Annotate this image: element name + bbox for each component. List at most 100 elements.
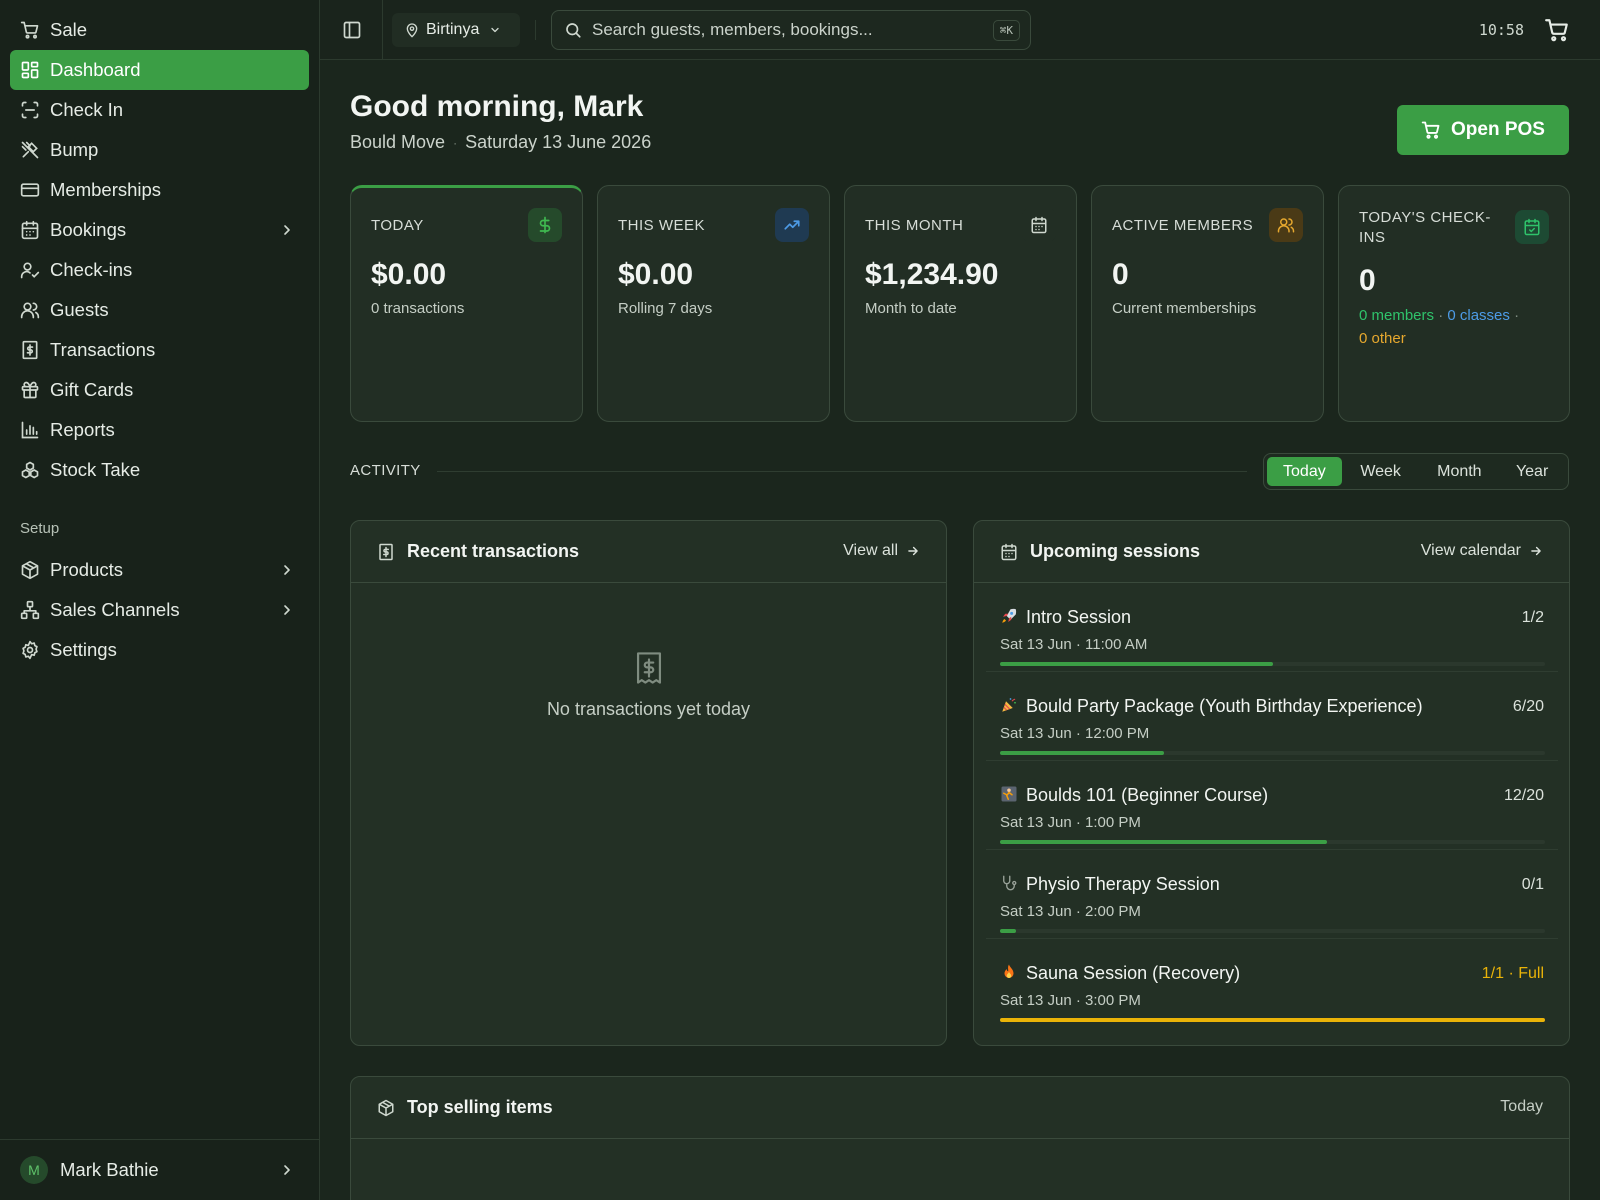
sidebar-item-guests[interactable]: Guests (10, 290, 309, 330)
session-item[interactable]: Sauna Session (Recovery) 1/1 · Full Sat … (986, 939, 1558, 1028)
stat-label: TODAY (371, 217, 424, 234)
search-icon (564, 21, 582, 39)
sidebar-item-sales-channels[interactable]: Sales Channels (10, 590, 309, 630)
sidebar-item-label: Bump (50, 139, 99, 160)
capacity-bar-fill (1000, 662, 1273, 666)
sidebar-item-stock-take[interactable]: Stock Take (10, 450, 309, 490)
sidebar-toggle-icon[interactable] (342, 20, 362, 40)
panel-header: Top selling items Today (351, 1077, 1569, 1139)
activity-range-selector: Today Week Month Year (1263, 453, 1569, 490)
capacity-bar (1000, 1018, 1545, 1022)
sidebar-item-label: Gift Cards (50, 379, 134, 400)
open-pos-button[interactable]: Open POS (1397, 105, 1569, 155)
stat-sub: Current memberships (1112, 300, 1257, 317)
page-title: Good morning, Mark (350, 90, 644, 123)
separator-dot: · (1514, 307, 1520, 324)
capacity-bar (1000, 840, 1545, 844)
sidebar-item-transactions[interactable]: Transactions (10, 330, 309, 370)
package-icon (377, 1099, 395, 1117)
activity-label: ACTIVITY (350, 462, 421, 479)
capacity-bar-fill (1000, 1018, 1545, 1022)
session-name: Physio Therapy Session (1026, 874, 1220, 894)
dashboard-icon (20, 60, 40, 80)
arrow-right-icon (1521, 544, 1543, 558)
stethoscope-icon (1000, 874, 1018, 892)
sidebar-item-gift-cards[interactable]: Gift Cards (10, 370, 309, 410)
session-item[interactable]: Boulds 101 (Beginner Course) 12/20 Sat 1… (986, 761, 1558, 850)
upcoming-sessions-panel: Upcoming sessions View calendar Intro Se… (973, 520, 1570, 1046)
stat-value: 0 (1359, 264, 1376, 297)
panel-title: Upcoming sessions (1030, 541, 1201, 561)
sidebar-item-label: Stock Take (50, 459, 141, 480)
bar-chart-icon (20, 420, 40, 440)
sidebar-item-settings[interactable]: Settings (10, 630, 309, 670)
range-today[interactable]: Today (1267, 457, 1342, 486)
sidebar-item-label: Check In (50, 99, 124, 120)
link-label: View calendar (1420, 542, 1521, 559)
receipt-icon (634, 651, 664, 685)
sidebar-item-label: Sale (50, 19, 88, 40)
cart-icon (1421, 120, 1441, 140)
sidebar-item-check-in[interactable]: Check In (10, 90, 309, 130)
party-popper-icon (1000, 696, 1018, 714)
top-selling-panel: Top selling items Today (350, 1076, 1570, 1200)
check-ins-other: 0 other (1359, 330, 1406, 347)
sidebar-item-reports[interactable]: Reports (10, 410, 309, 450)
sidebar-item-bookings[interactable]: Bookings (10, 210, 309, 250)
view-all-link[interactable]: View all (843, 542, 920, 560)
session-name: Boulds 101 (Beginner Course) (1026, 785, 1269, 805)
user-menu[interactable]: M Mark Bathie (0, 1139, 319, 1200)
session-item[interactable]: Bould Party Package (Youth Birthday Expe… (986, 672, 1558, 761)
check-ins-breakdown: 0 members · 0 classes · 0 other (1359, 304, 1559, 350)
sidebar-item-products[interactable]: Products (10, 550, 309, 590)
dollar-icon (528, 208, 562, 242)
sidebar-item-label: Settings (50, 639, 117, 660)
separator-dot: · (453, 135, 458, 150)
session-capacity: 1/2 (1521, 609, 1544, 626)
empty-state-message: No transactions yet today (546, 699, 751, 719)
clock: 10:58 (1478, 21, 1524, 39)
sidebar-item-bump[interactable]: Bump (10, 130, 309, 170)
boxes-icon (20, 460, 40, 480)
receipt-icon (20, 340, 40, 360)
user-name: Mark Bathie (60, 1159, 159, 1180)
chevron-right-icon (279, 562, 295, 578)
session-name: Intro Session (1026, 607, 1132, 627)
location-picker[interactable]: Birtinya (392, 13, 520, 47)
chevron-down-icon (489, 24, 501, 36)
chevron-right-icon (279, 602, 295, 618)
search-bar[interactable]: ⌘K (551, 10, 1031, 50)
calendar-icon (20, 220, 40, 240)
sidebar-item-memberships[interactable]: Memberships (10, 170, 309, 210)
cart-icon[interactable] (1544, 17, 1570, 43)
divider (382, 0, 383, 60)
stat-label: TODAY'S CHECK-INS (1359, 209, 1491, 246)
page-subtitle: Bould Move · Saturday 13 June 2026 (350, 132, 651, 153)
separator-dot: · (1438, 307, 1448, 324)
capacity-bar (1000, 751, 1545, 755)
stat-label: ACTIVE MEMBERS (1112, 217, 1254, 234)
search-input[interactable] (592, 20, 972, 40)
sidebar-item-sale[interactable]: Sale (10, 10, 309, 50)
session-time: Sat 13 Jun · 11:00 AM (1000, 636, 1148, 653)
sidebar: Sale Dashboard Check In Bump Memberships… (0, 0, 320, 1200)
fire-icon (1000, 963, 1018, 981)
sidebar-item-label: Reports (50, 419, 115, 440)
range-week[interactable]: Week (1342, 457, 1420, 486)
session-item[interactable]: Intro Session 1/2 Sat 13 Jun · 11:00 AM (986, 583, 1558, 672)
session-name: Bould Party Package (Youth Birthday Expe… (1026, 696, 1423, 716)
sidebar-item-label: Memberships (50, 179, 162, 200)
open-pos-label: Open POS (1451, 119, 1545, 140)
sidebar-item-label: Guests (50, 299, 109, 320)
users-icon (20, 300, 40, 320)
session-time: Sat 13 Jun · 3:00 PM (1000, 992, 1141, 1009)
view-calendar-link[interactable]: View calendar (1421, 542, 1543, 560)
sidebar-item-check-ins[interactable]: Check-ins (10, 250, 309, 290)
range-month[interactable]: Month (1419, 457, 1499, 486)
trending-up-icon (775, 208, 809, 242)
range-year[interactable]: Year (1499, 457, 1565, 486)
stat-value: $0.00 (618, 258, 694, 291)
setup-section-label: Setup (20, 520, 60, 537)
session-item[interactable]: Physio Therapy Session 0/1 Sat 13 Jun · … (986, 850, 1558, 939)
sidebar-item-dashboard[interactable]: Dashboard (10, 50, 309, 90)
